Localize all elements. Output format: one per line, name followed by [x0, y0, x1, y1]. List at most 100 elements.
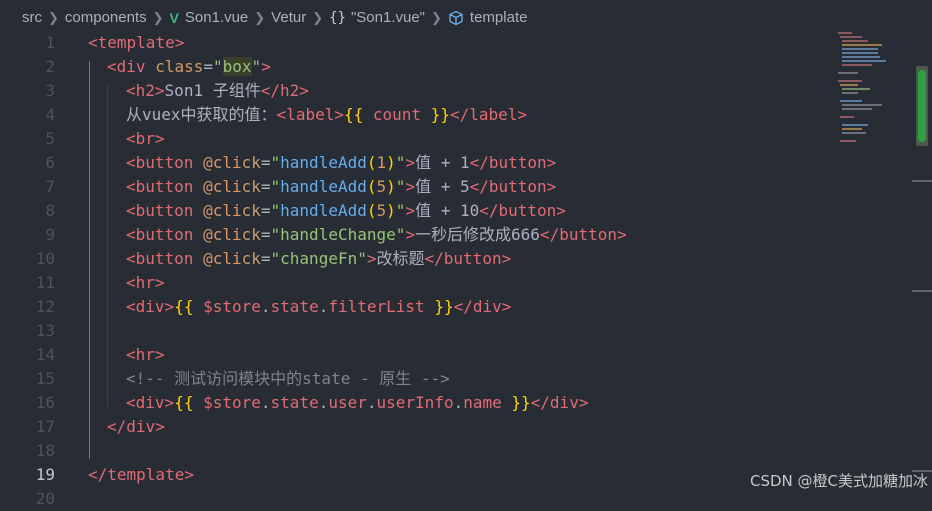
breadcrumb-label: src: [22, 9, 42, 26]
token: >: [261, 57, 271, 76]
code-editor[interactable]: 1 <template> 2 <div class="box"> 3 <h2>S…: [0, 31, 932, 508]
code-line[interactable]: 6 <button @click="handleAdd(1)">值 + 1</b…: [0, 151, 830, 175]
token: $store: [193, 393, 261, 412]
breadcrumb-item-vetur[interactable]: Vetur: [271, 9, 306, 26]
token: {{: [344, 105, 364, 124]
breadcrumb-label: template: [469, 9, 528, 26]
code-line[interactable]: 14 <hr>: [0, 343, 830, 367]
line-number: 8: [45, 201, 55, 220]
token: <: [126, 81, 136, 100]
code-line[interactable]: 7 <button @click="handleAdd(5)">值 + 5</b…: [0, 175, 830, 199]
token: >: [334, 105, 344, 124]
token: =: [260, 201, 271, 220]
code-text: <div class="box">: [107, 55, 271, 79]
token: >: [174, 33, 185, 52]
token: ": [395, 177, 406, 196]
token: $store: [193, 297, 261, 316]
code-line[interactable]: 15 <!-- 测试访问模块中的state - 原生 -->: [0, 367, 830, 391]
token: changeFn: [280, 249, 358, 268]
token: =: [260, 177, 271, 196]
code-line-active[interactable]: 19 </template>: [0, 463, 830, 487]
line-number: 5: [45, 129, 55, 148]
code-line[interactable]: 16 <div>{{ $store.state.user.userInfo.na…: [0, 391, 830, 415]
token: handleChange: [280, 225, 396, 244]
token: div: [472, 297, 502, 316]
token: <: [126, 201, 136, 220]
token: ": [357, 249, 367, 268]
code-line[interactable]: 4 从vuex中获取的值：<label>{{ count }}</label>: [0, 103, 830, 127]
token: 值 + 5: [415, 177, 470, 196]
line-number: 9: [45, 225, 55, 244]
breadcrumb-item-src[interactable]: src: [22, 9, 42, 26]
minimap-line: [842, 108, 872, 110]
code-line[interactable]: 8 <button @click="handleAdd(5)">值 + 10</…: [0, 199, 830, 223]
code-text: <button @click="changeFn">改标题</button>: [126, 247, 511, 271]
code-text: <button @click="handleChange">一秒后修改成666<…: [126, 223, 627, 247]
cube-icon: [448, 10, 464, 26]
code-line[interactable]: 10 <button @click="changeFn">改标题</button…: [0, 247, 830, 271]
code-text: <hr>: [126, 343, 165, 367]
code-line[interactable]: 13: [0, 319, 830, 343]
breadcrumb-item-module[interactable]: {} "Son1.vue": [329, 9, 425, 26]
code-text: <button @click="handleAdd(5)">值 + 10</bu…: [126, 199, 566, 223]
code-text: <hr>: [126, 271, 165, 295]
token: >: [154, 129, 165, 148]
token: button: [135, 153, 194, 172]
minimap-line: [842, 88, 870, 90]
token: ": [270, 201, 281, 220]
breadcrumb-item-template[interactable]: template: [448, 9, 528, 26]
breadcrumb-label: "Son1.vue": [350, 9, 426, 26]
token: >: [546, 153, 557, 172]
breadcrumb: src ❯ components ❯ V Son1.vue ❯ Vetur ❯ …: [0, 0, 932, 35]
code-line[interactable]: 12 <div>{{ $store.state.filterList }}</d…: [0, 295, 830, 319]
minimap-line: [842, 132, 866, 134]
token: </: [449, 105, 470, 124]
line-number: 12: [35, 297, 55, 316]
token: handleAdd: [280, 201, 367, 220]
line-number: 7: [45, 177, 55, 196]
token: @click: [203, 177, 261, 196]
token: =: [260, 249, 271, 268]
code-line[interactable]: 20: [0, 487, 830, 511]
code-line[interactable]: 3 <h2>Son1 子组件</h2>: [0, 79, 830, 103]
token: 1: [376, 153, 387, 172]
scrollbar-thumb[interactable]: [918, 70, 926, 142]
breadcrumb-item-file[interactable]: V Son1.vue: [170, 9, 249, 26]
vue-logo-icon: V: [169, 9, 179, 26]
breadcrumb-item-components[interactable]: components: [65, 9, 147, 26]
breadcrumb-label: components: [64, 9, 147, 26]
token: label: [286, 105, 335, 124]
token: button: [488, 153, 547, 172]
token: >: [164, 297, 175, 316]
code-line[interactable]: 2 <div class="box">: [0, 55, 830, 79]
code-line[interactable]: 9 <button @click="handleChange">一秒后修改成66…: [0, 223, 830, 247]
line-number: 14: [35, 345, 55, 364]
token: </: [530, 393, 550, 412]
code-line[interactable]: 1 <template>: [0, 31, 830, 55]
code-line[interactable]: 18: [0, 439, 830, 463]
code-line[interactable]: 5 <br>: [0, 127, 830, 151]
token: >: [617, 225, 627, 244]
token: 值 + 10: [415, 201, 480, 220]
token: <: [126, 153, 136, 172]
minimap-line: [842, 52, 878, 54]
code-text: <template>: [88, 31, 184, 55]
minimap-line: [842, 92, 858, 94]
code-line[interactable]: 17 </div>: [0, 415, 830, 439]
minimap[interactable]: [832, 30, 902, 160]
token: div: [116, 57, 146, 76]
token: hr: [135, 273, 155, 292]
token: =: [203, 57, 213, 76]
token: class: [155, 57, 204, 76]
token: button: [443, 249, 502, 268]
code-line[interactable]: 11 <hr>: [0, 271, 830, 295]
token: button: [135, 201, 194, 220]
token: ": [395, 201, 406, 220]
token: </: [260, 81, 280, 100]
line-number: 15: [35, 369, 55, 388]
token: >: [366, 249, 377, 268]
token: (: [366, 201, 377, 220]
token: state: [270, 297, 319, 316]
